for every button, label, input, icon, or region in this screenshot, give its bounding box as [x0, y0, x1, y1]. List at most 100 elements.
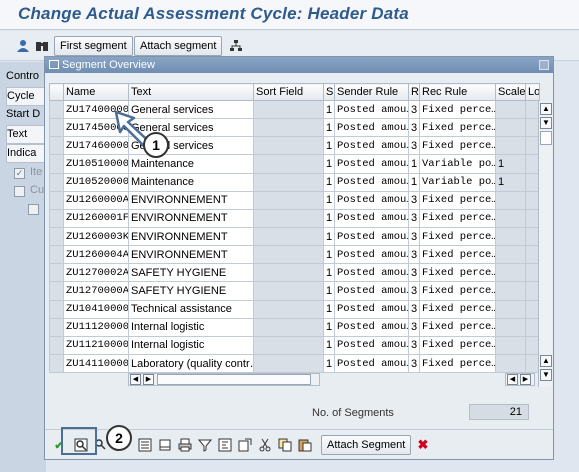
text-tab[interactable]: Text [6, 125, 46, 144]
cell-name[interactable]: ZU1260004A [63, 245, 129, 265]
table-row[interactable]: ZU11120000 Internal logistic 1 Posted amou…… [49, 317, 540, 337]
cell-r[interactable]: 3 [408, 353, 420, 374]
cell-s[interactable]: 1 [323, 335, 335, 355]
cell-sender-rule[interactable]: Posted amou… [334, 353, 409, 374]
cell-sort-field[interactable] [253, 154, 324, 174]
cell-text[interactable]: ENVIRONNEMENT [128, 226, 254, 247]
table-row[interactable]: ZU10510000 Maintenance 1 Posted amou… 1 Varia… [49, 154, 540, 174]
cell-text[interactable]: Laboratory (quality contr… [128, 353, 254, 374]
cell-s[interactable]: 1 [323, 226, 335, 247]
select-all-cell[interactable] [49, 83, 64, 101]
row-selector[interactable] [49, 136, 64, 156]
row-selector[interactable] [49, 118, 64, 138]
cycle-tab[interactable]: Cycle [6, 87, 46, 106]
cell-r[interactable]: 3 [408, 245, 420, 265]
table-row[interactable]: ZU14110000 Laboratory (quality contr… 1 Pos… [49, 353, 540, 374]
cell-r[interactable]: 3 [408, 317, 420, 337]
cell-scale[interactable] [495, 281, 526, 301]
row-selector[interactable] [49, 208, 64, 228]
cell-name[interactable]: ZU1270002A [63, 263, 129, 283]
cell-scale[interactable] [495, 118, 526, 138]
cell-s[interactable]: 1 [323, 136, 335, 156]
row-selector[interactable] [49, 299, 64, 319]
column-header-scale[interactable]: Scale [495, 83, 526, 101]
cell-sender-rule[interactable]: Posted amou… [334, 281, 409, 301]
cell-text[interactable]: ENVIRONNEMENT [128, 208, 254, 228]
cell-sender-rule[interactable]: Posted amou… [334, 99, 409, 120]
cell-sort-field[interactable] [253, 263, 324, 283]
cell-rec-rule[interactable]: Fixed perce… [419, 245, 496, 265]
cell-name[interactable]: ZU1260003K [63, 226, 129, 247]
column-header-sort-field[interactable]: Sort Field [253, 83, 324, 101]
person-icon[interactable] [14, 37, 32, 55]
cell-rec-rule[interactable]: Fixed perce… [419, 208, 496, 228]
cell-text[interactable]: Internal logistic [128, 335, 254, 355]
scroll-thumb[interactable] [540, 131, 552, 145]
dialog-close-icon[interactable] [539, 60, 549, 70]
cell-s[interactable]: 1 [323, 118, 335, 138]
cell-s[interactable]: 1 [323, 263, 335, 283]
hierarchy-icon[interactable] [227, 37, 245, 55]
cell-sender-rule[interactable]: Posted amou… [334, 208, 409, 228]
cell-name[interactable]: ZU14110000 [63, 353, 129, 374]
scroll-up-bottom-icon[interactable]: ▲ [540, 355, 552, 367]
cell-scale[interactable] [495, 245, 526, 265]
cell-rec-rule[interactable]: Fixed perce… [419, 299, 496, 319]
cell-text[interactable]: ENVIRONNEMENT [128, 190, 254, 210]
cell-sort-field[interactable] [253, 245, 324, 265]
cell-s[interactable]: 1 [323, 154, 335, 174]
table-row[interactable]: ZU1270000A SAFETY HYGIENE 1 Posted amou… 3 Fi… [49, 281, 540, 301]
row-selector[interactable] [49, 190, 64, 210]
table-row[interactable]: ZU1260004A ENVIRONNEMENT 1 Posted amou… 3 Fix… [49, 245, 540, 265]
cell-r[interactable]: 1 [408, 172, 420, 192]
sum-icon[interactable] [217, 437, 233, 453]
cell-sort-field[interactable] [253, 136, 324, 156]
row-selector[interactable] [49, 281, 64, 301]
cell-sender-rule[interactable]: Posted amou… [334, 226, 409, 247]
cell-sort-field[interactable] [253, 208, 324, 228]
checkbox-cumulative[interactable] [14, 186, 25, 197]
row-selector[interactable] [49, 335, 64, 355]
row-selector[interactable] [49, 317, 64, 337]
cell-scale[interactable] [495, 190, 526, 210]
scroll-down-icon[interactable]: ▼ [540, 369, 552, 381]
cell-s[interactable]: 1 [323, 299, 335, 319]
cell-s[interactable]: 1 [323, 245, 335, 265]
paste-icon[interactable] [297, 437, 313, 453]
cell-rec-rule[interactable]: Fixed perce… [419, 118, 496, 138]
column-header-text[interactable]: Text [128, 83, 254, 101]
cell-rec-rule[interactable]: Fixed perce… [419, 317, 496, 337]
cell-text[interactable]: Maintenance [128, 154, 254, 174]
scroll-left-icon[interactable]: ◀ [130, 374, 141, 385]
cell-sender-rule[interactable]: Posted amou… [334, 118, 409, 138]
cell-s[interactable]: 1 [323, 190, 335, 210]
cell-sort-field[interactable] [253, 99, 324, 120]
table-row[interactable]: ZU1260003K ENVIRONNEMENT 1 Posted amou… 3 Fix… [49, 226, 540, 247]
cell-scale[interactable] [495, 299, 526, 319]
cell-s[interactable]: 1 [323, 317, 335, 337]
cell-name[interactable]: ZU10520000 [63, 172, 129, 192]
scroll-up-icon[interactable]: ▲ [540, 103, 552, 115]
horizontal-scrollbar-left[interactable]: ◀ ▶ [128, 373, 320, 386]
attach-segment-button[interactable]: Attach Segment [321, 435, 412, 455]
cell-name[interactable]: ZU11120000 [63, 317, 129, 337]
cell-sort-field[interactable] [253, 353, 324, 374]
cell-sender-rule[interactable]: Posted amou… [334, 172, 409, 192]
row-selector[interactable] [49, 99, 64, 120]
scroll-down-page-icon[interactable]: ▼ [540, 117, 552, 129]
cell-scale[interactable]: 1 [495, 172, 526, 192]
cell-r[interactable]: 3 [408, 335, 420, 355]
cell-sender-rule[interactable]: Posted amou… [334, 335, 409, 355]
cell-rec-rule[interactable]: Variable po… [419, 154, 496, 174]
cell-rec-rule[interactable]: Fixed perce… [419, 136, 496, 156]
cell-scale[interactable] [495, 263, 526, 283]
vertical-scrollbar[interactable]: ▲ ▼ ▲ ▼ [538, 101, 552, 387]
cell-sort-field[interactable] [253, 172, 324, 192]
cell-sort-field[interactable] [253, 190, 324, 210]
cell-name[interactable]: ZU10510000 [63, 154, 129, 174]
cell-sender-rule[interactable]: Posted amou… [334, 154, 409, 174]
filter-icon[interactable] [197, 437, 213, 453]
column-header-r[interactable]: R [408, 83, 420, 101]
cell-r[interactable]: 3 [408, 99, 420, 120]
cell-name[interactable]: ZU1260001F [63, 208, 129, 228]
